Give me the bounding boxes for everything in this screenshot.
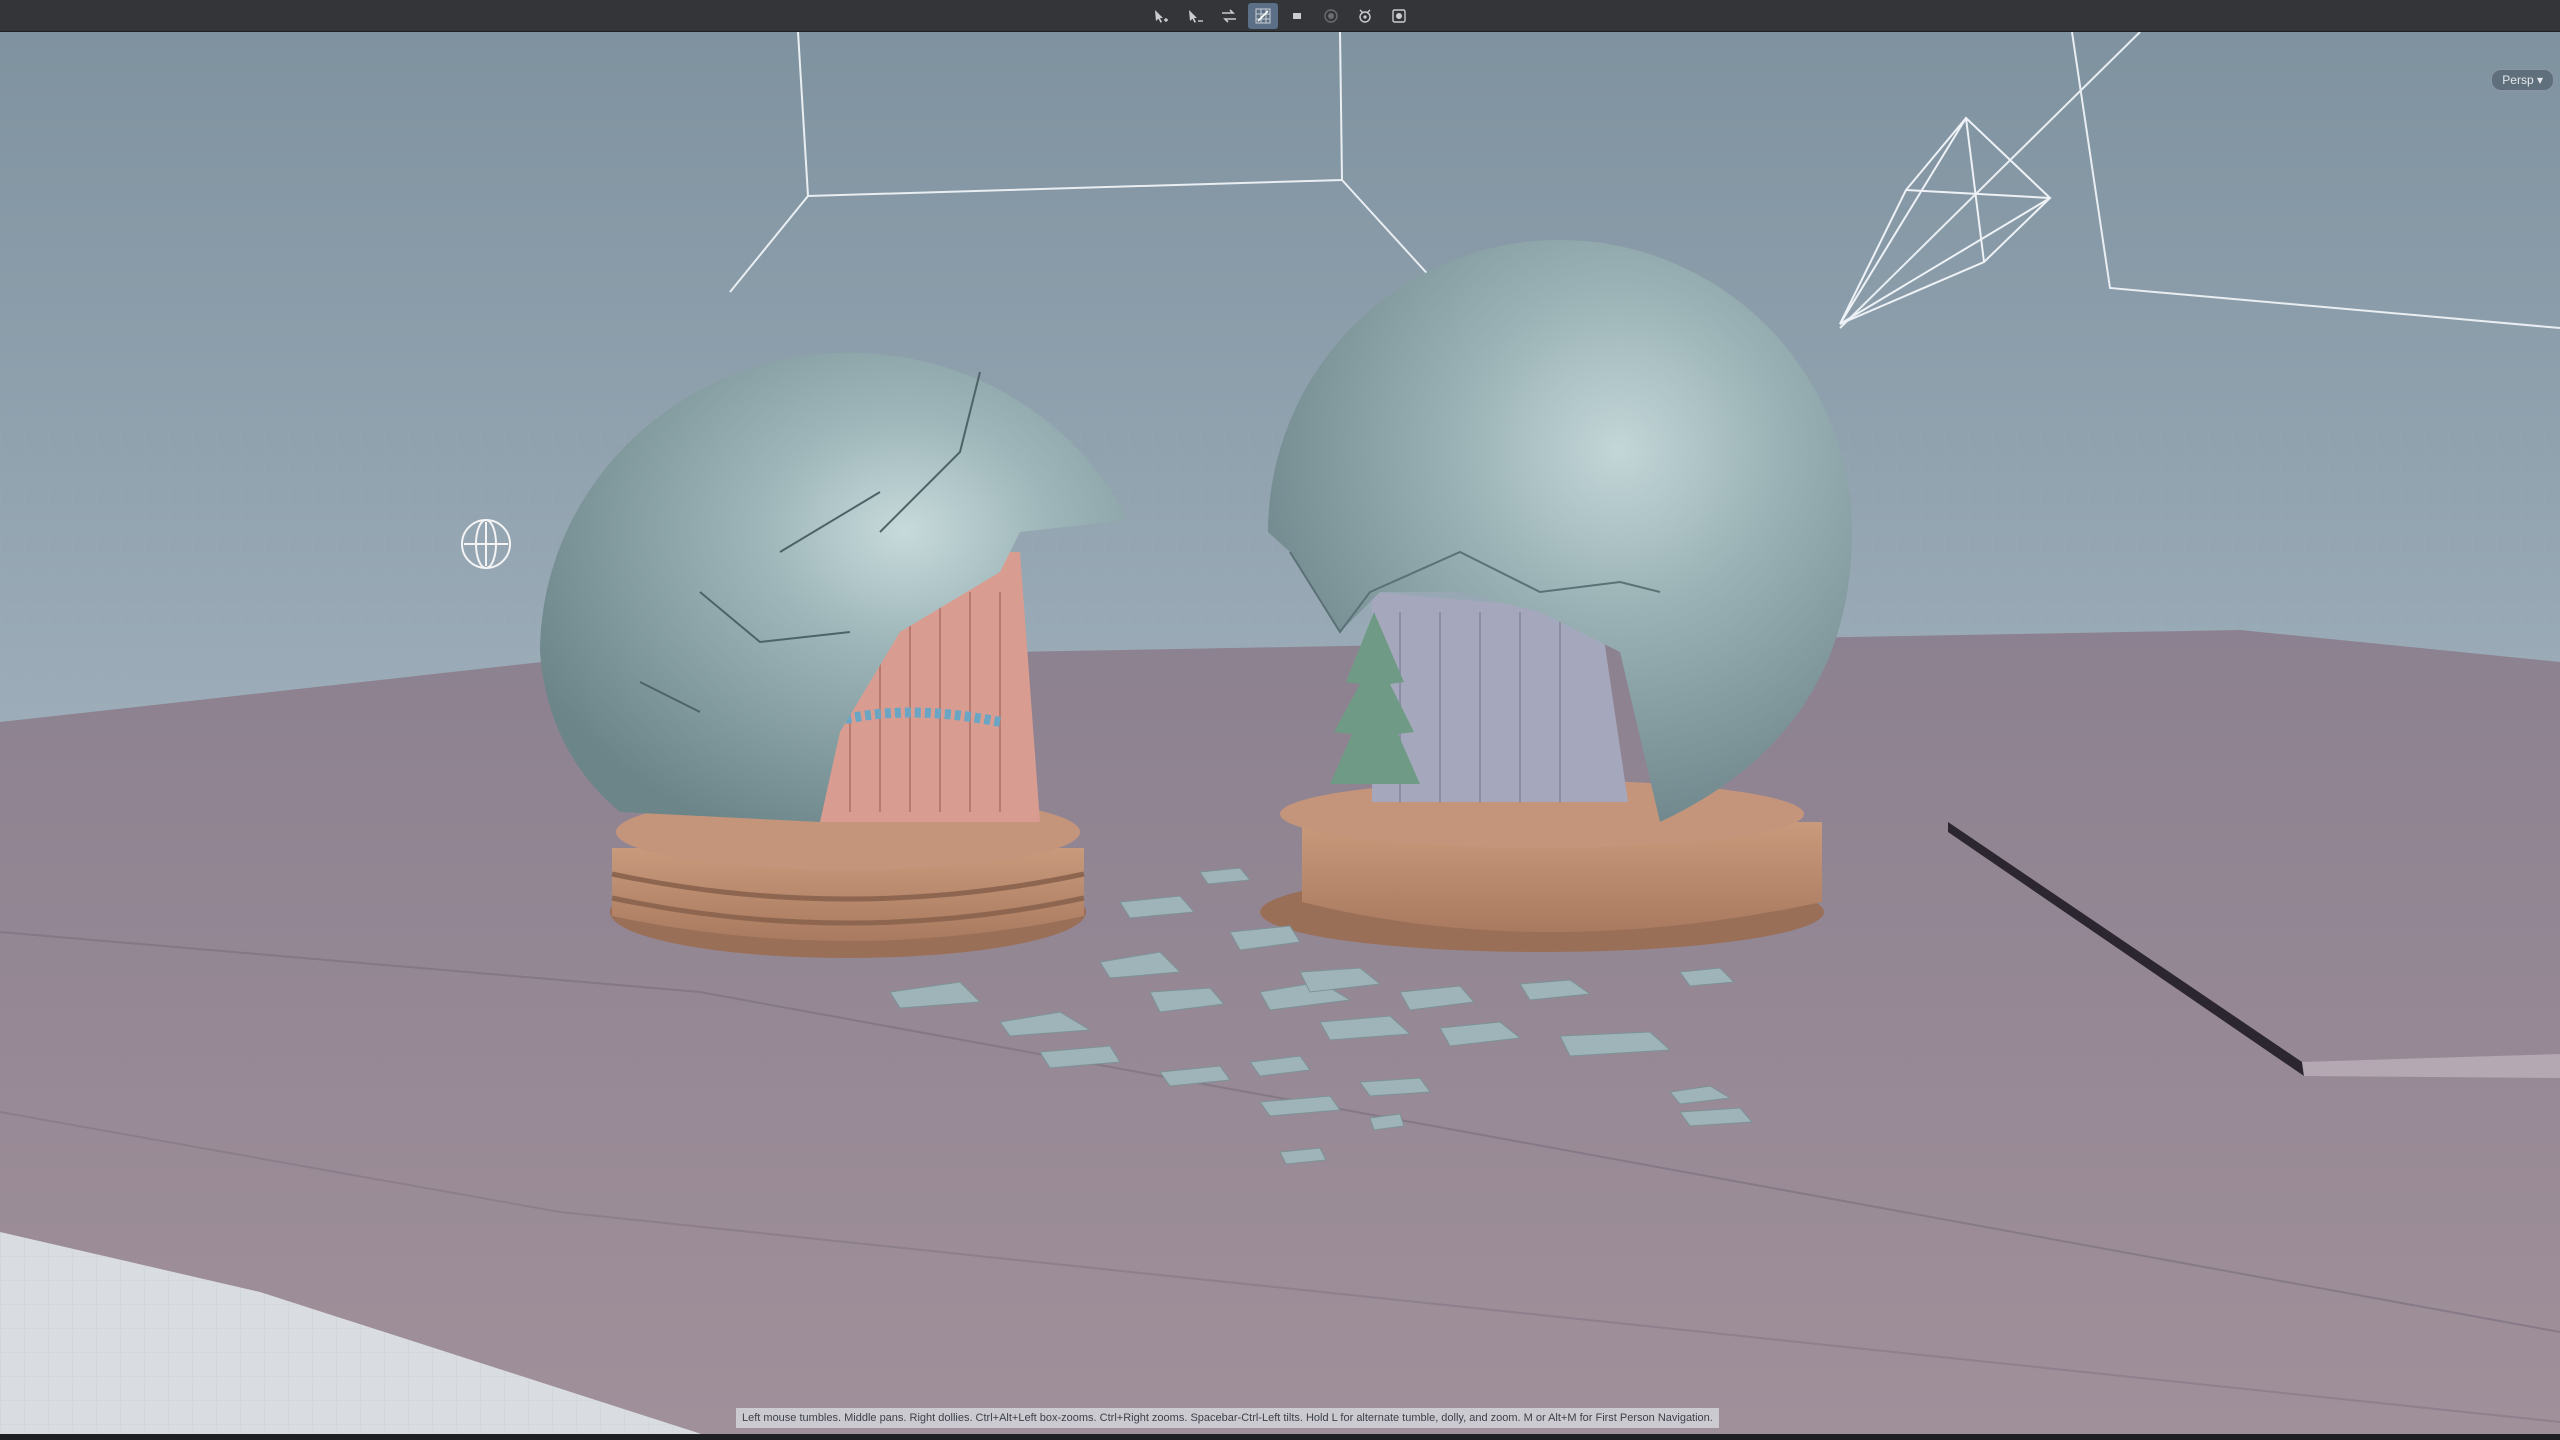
navigation-hint-text: Left mouse tumbles. Middle pans. Right d… — [736, 1408, 1719, 1428]
transform-tool-icon[interactable] — [1214, 3, 1244, 29]
scene-render — [0, 32, 2560, 1440]
render-icon[interactable] — [1384, 3, 1414, 29]
light-gizmo — [461, 519, 511, 569]
camera-view-menu[interactable]: Persp ▾ — [2491, 69, 2554, 91]
select-tool-icon[interactable] — [1146, 3, 1176, 29]
viewport-toolbar — [0, 0, 2560, 32]
display-mode-icon[interactable] — [1282, 3, 1312, 29]
right-snow-globe — [1260, 240, 1852, 952]
bottom-edge — [0, 1434, 2560, 1440]
move-tool-icon[interactable] — [1180, 3, 1210, 29]
scene-viewport[interactable]: Persp ▾ — [0, 32, 2560, 1440]
record-icon[interactable] — [1316, 3, 1346, 29]
grid-snap-icon[interactable] — [1248, 2, 1278, 29]
camera-rig-icon[interactable] — [1350, 3, 1380, 29]
